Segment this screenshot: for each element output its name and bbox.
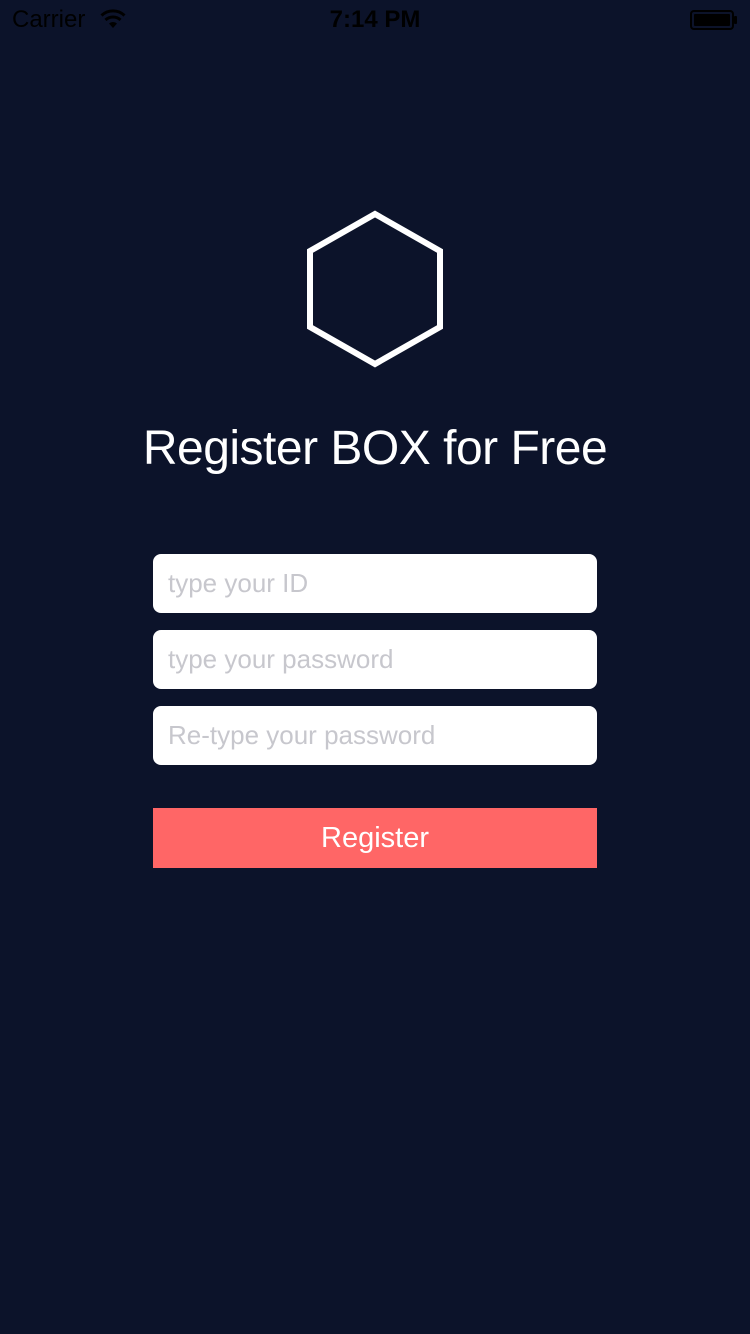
hexagon-logo-icon [307,210,443,368]
register-button[interactable]: Register [153,808,597,868]
status-time: 7:14 PM [329,6,421,33]
status-bar: Carrier 7:14 PM [0,0,750,40]
page-title: Register BOX for Free [142,422,608,475]
id-field[interactable] [153,554,597,613]
retype-password-field[interactable] [153,706,597,765]
battery-icon [690,10,737,30]
password-field[interactable] [153,630,597,689]
